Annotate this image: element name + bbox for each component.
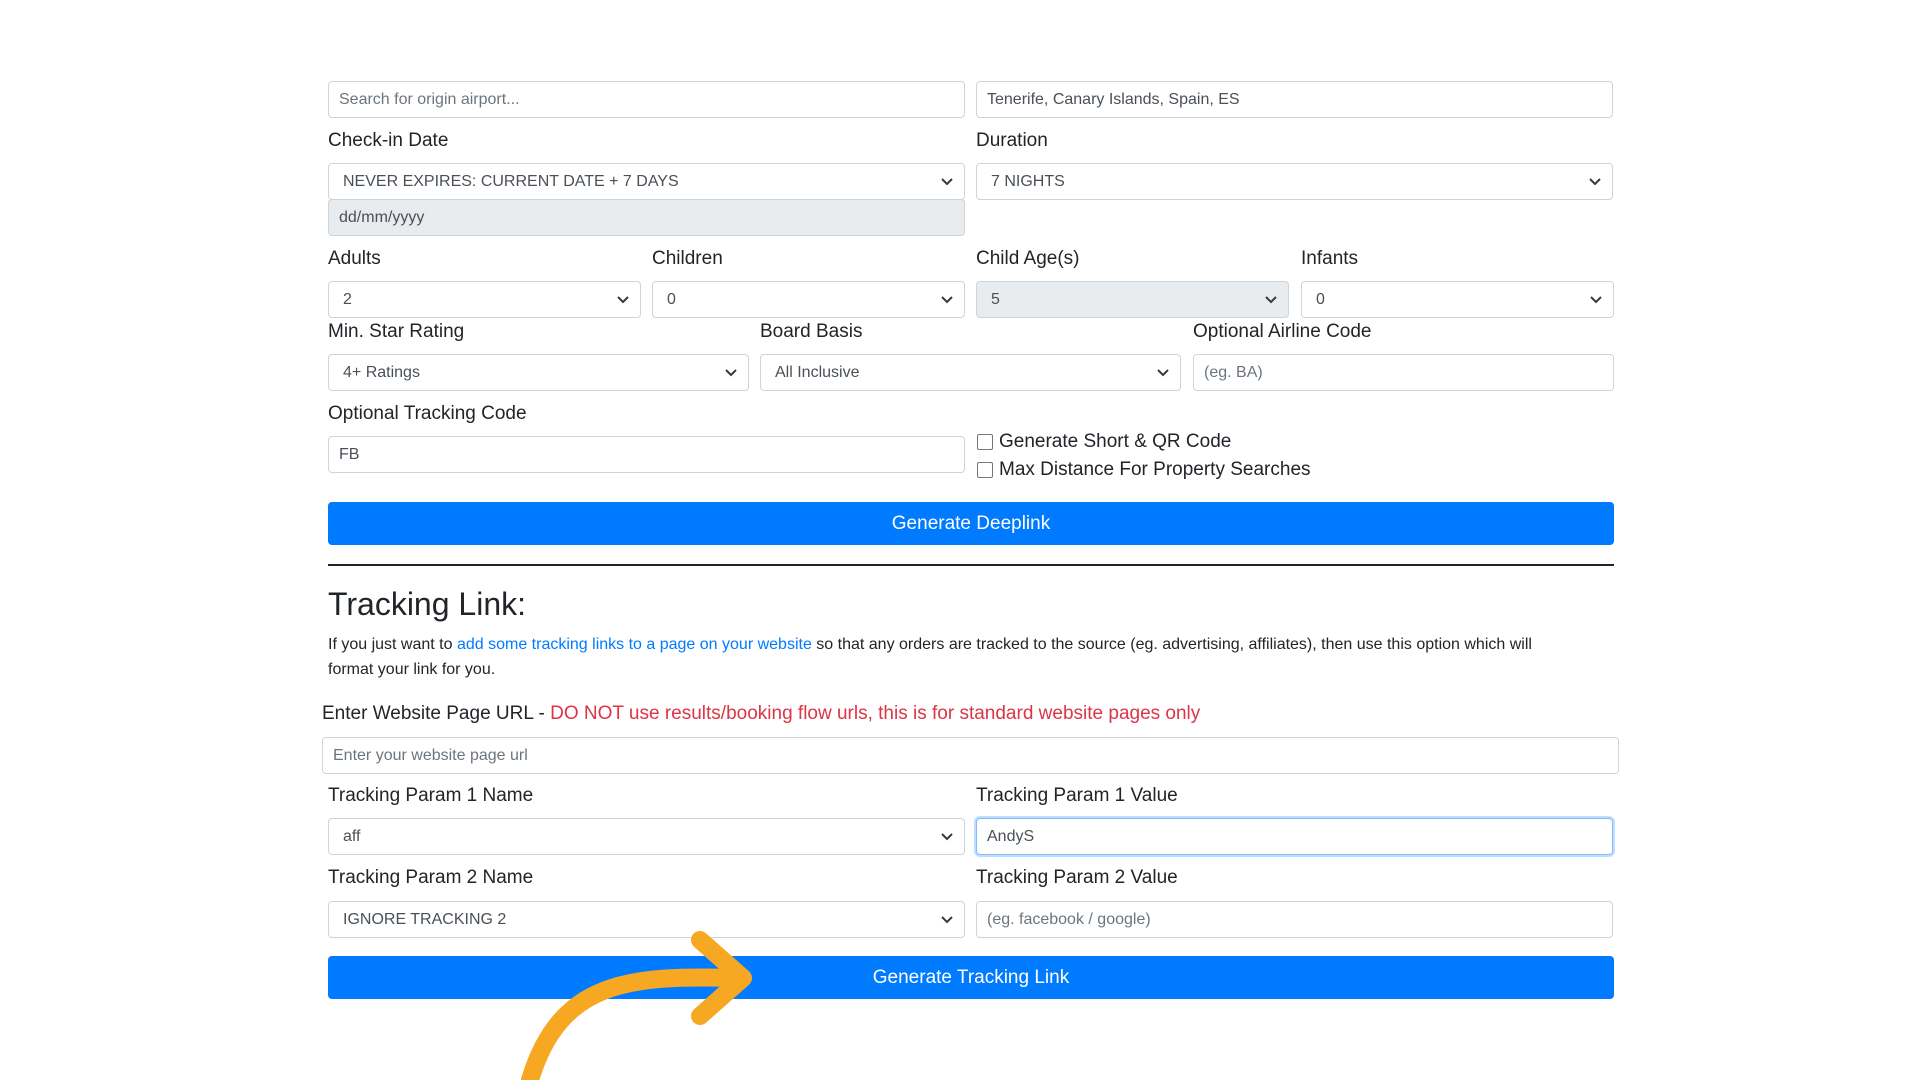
- chevron-down-icon: [616, 282, 630, 317]
- board-basis-label: Board Basis: [760, 321, 863, 342]
- short-qr-option[interactable]: Generate Short & QR Code: [977, 430, 1231, 454]
- param2-name-selected: IGNORE TRACKING 2: [343, 911, 507, 928]
- curved-arrow-icon: [521, 931, 752, 1080]
- param2-value-label: Tracking Param 2 Value: [976, 867, 1178, 888]
- max-distance-label: Max Distance For Property Searches: [999, 459, 1311, 480]
- star-rating-label: Min. Star Rating: [328, 321, 465, 342]
- tracking-link-title: Tracking Link:: [328, 586, 526, 622]
- param1-value-input[interactable]: AndyS: [976, 818, 1613, 855]
- chevron-down-icon: [940, 902, 954, 937]
- website-url-label: Enter Website Page URL - DO NOT use resu…: [322, 702, 1200, 726]
- website-url-label-text: Enter Website Page URL -: [322, 703, 545, 724]
- tracking-code-label: Optional Tracking Code: [328, 403, 527, 424]
- param1-name-select[interactable]: aff: [328, 818, 965, 855]
- tracking-description-line-1: If you just want to add some tracking li…: [328, 632, 1618, 657]
- child-ages-selected: 5: [991, 291, 1000, 308]
- param2-value-input[interactable]: (eg. facebook / google): [976, 901, 1613, 938]
- chevron-down-icon: [724, 355, 738, 390]
- airline-code-label: Optional Airline Code: [1193, 321, 1372, 342]
- duration-selected: 7 NIGHTS: [991, 173, 1065, 190]
- star-rating-select[interactable]: 4+ Ratings: [328, 354, 749, 391]
- checkin-date-select[interactable]: NEVER EXPIRES: CURRENT DATE + 7 DAYS: [328, 163, 965, 200]
- infants-select[interactable]: 0: [1301, 281, 1614, 318]
- short-qr-label: Generate Short & QR Code: [999, 431, 1232, 452]
- generate-tracking-link-button[interactable]: Generate Tracking Link: [328, 956, 1614, 999]
- max-distance-option[interactable]: Max Distance For Property Searches: [977, 458, 1311, 482]
- tracking-code-input[interactable]: FB: [328, 436, 965, 473]
- adults-select[interactable]: 2: [328, 281, 641, 318]
- tracking-description: If you just want to add some tracking li…: [328, 632, 1618, 682]
- infants-label: Infants: [1301, 248, 1359, 269]
- board-basis-select[interactable]: All Inclusive: [760, 354, 1181, 391]
- board-basis-selected: All Inclusive: [775, 364, 860, 381]
- short-qr-checkbox[interactable]: [977, 434, 993, 450]
- child-ages-label: Child Age(s): [976, 248, 1080, 269]
- max-distance-checkbox[interactable]: [977, 462, 993, 478]
- website-tracking-link[interactable]: add some tracking links to a page on you…: [457, 636, 812, 653]
- chevron-down-icon: [1264, 282, 1278, 317]
- desc-suffix: so that any orders are tracked to the so…: [816, 636, 1532, 653]
- checkin-date-placeholder: dd/mm/yyyy: [339, 209, 425, 226]
- checkin-date-selected: NEVER EXPIRES: CURRENT DATE + 7 DAYS: [343, 173, 679, 190]
- duration-label: Duration: [976, 130, 1048, 151]
- star-rating-selected: 4+ Ratings: [343, 364, 420, 381]
- chevron-down-icon: [1589, 282, 1603, 317]
- param1-name-selected: aff: [343, 828, 361, 845]
- section-divider: [328, 564, 1614, 566]
- chevron-down-icon: [1156, 355, 1170, 390]
- website-url-warning: DO NOT use results/booking flow urls, th…: [550, 703, 1201, 724]
- generate-deeplink-button[interactable]: Generate Deeplink: [328, 502, 1614, 545]
- param2-name-select[interactable]: IGNORE TRACKING 2: [328, 901, 965, 938]
- checkin-date-input: dd/mm/yyyy: [328, 199, 965, 236]
- chevron-down-icon: [1588, 164, 1602, 199]
- adults-label: Adults: [328, 248, 381, 269]
- children-selected: 0: [667, 291, 676, 308]
- param1-name-label: Tracking Param 1 Name: [328, 785, 534, 806]
- checkin-date-label: Check-in Date: [328, 130, 449, 151]
- desc-prefix: If you just want to: [328, 636, 453, 653]
- duration-select[interactable]: 7 NIGHTS: [976, 163, 1613, 200]
- origin-airport-input[interactable]: Search for origin airport...: [328, 81, 965, 118]
- chevron-down-icon: [940, 819, 954, 854]
- website-url-input[interactable]: Enter your website page url: [322, 737, 1619, 774]
- infants-selected: 0: [1316, 291, 1325, 308]
- children-select[interactable]: 0: [652, 281, 965, 318]
- adults-selected: 2: [343, 291, 352, 308]
- chevron-down-icon: [940, 164, 954, 199]
- param1-value-label: Tracking Param 1 Value: [976, 785, 1178, 806]
- chevron-down-icon: [940, 282, 954, 317]
- param2-name-label: Tracking Param 2 Name: [328, 867, 534, 888]
- airline-code-input[interactable]: (eg. BA): [1193, 354, 1614, 391]
- children-label: Children: [652, 248, 723, 269]
- child-ages-select: 5: [976, 281, 1289, 318]
- tracking-description-line-2: format your link for you.: [328, 661, 496, 678]
- destination-input[interactable]: Tenerife, Canary Islands, Spain, ES: [976, 81, 1613, 118]
